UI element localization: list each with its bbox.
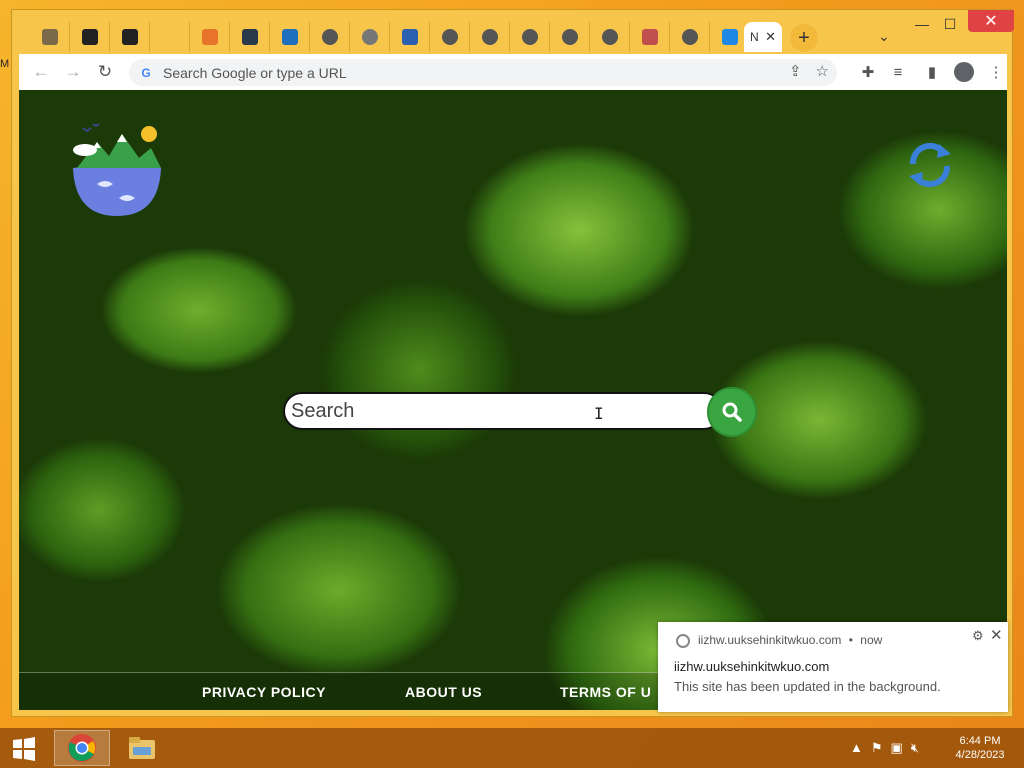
search-button[interactable] [707, 387, 757, 437]
system-clock[interactable]: 6:44 PM 4/28/2023 [950, 734, 1010, 762]
active-tab[interactable]: N ✕ [744, 22, 782, 52]
close-window-button[interactable]: ✕ [968, 10, 1014, 32]
browser-tab[interactable] [630, 22, 670, 52]
notification-source: iizhw.uuksehinkitwkuo.com • now [698, 633, 883, 647]
globe-icon [481, 29, 498, 45]
browser-tab[interactable] [150, 22, 190, 52]
terminal-icon [241, 29, 258, 45]
extensions-icon[interactable]: ✚ [857, 61, 879, 83]
site-logo-icon [73, 123, 161, 216]
maximize-button[interactable]: ☐ [940, 13, 960, 35]
browser-tab[interactable] [190, 22, 230, 52]
up-badge-icon [281, 29, 298, 45]
taskbar: ▲ ⚑ ▣ 🔇︎ 6:44 PM 4/28/2023 [0, 728, 1024, 768]
browser-tab[interactable] [110, 22, 150, 52]
browser-tab[interactable] [670, 22, 710, 52]
system-tray: ▲ ⚑ ▣ 🔇︎ [850, 740, 919, 756]
browser-window: N ✕ + ⌄ — ☐ ✕ ← → ↻ G Search Google or t… [11, 9, 1014, 717]
bird-icon [401, 29, 418, 45]
side-panel-icon[interactable]: ▮ [921, 61, 943, 83]
globe-icon [681, 29, 698, 45]
search-box [283, 387, 757, 437]
globe-icon [361, 29, 378, 45]
terms-link[interactable]: TERMS OF U [560, 684, 651, 700]
browser-tab[interactable] [470, 22, 510, 52]
browser-tab[interactable] [550, 22, 590, 52]
globe-icon [441, 29, 458, 45]
network-icon[interactable]: ▣ [891, 740, 903, 756]
globe-icon [321, 29, 338, 45]
active-tab-title: N [750, 30, 759, 44]
page-content: I PRIVACY POLICY ABOUT US TERMS OF U [19, 90, 1007, 710]
bookmark-star-icon[interactable]: ☆ [816, 62, 829, 80]
share-icon[interactable]: ⇪ [789, 62, 802, 80]
refresh-icon[interactable] [905, 140, 955, 190]
about-us-link[interactable]: ABOUT US [405, 684, 482, 700]
tab-close-icon[interactable]: ✕ [765, 29, 776, 45]
tab-strip [30, 22, 750, 52]
chrome-notification-icon [676, 634, 690, 648]
notification-close-icon[interactable]: ✕ [990, 626, 1003, 644]
clock-date: 4/28/2023 [955, 749, 1005, 761]
bird-icon [721, 29, 738, 45]
profile-avatar[interactable] [953, 61, 975, 83]
globe-icon [521, 29, 538, 45]
globe-icon [601, 29, 618, 45]
browser-toolbar: ← → ↻ G Search Google or type a URL ⇪ ☆ … [19, 54, 1007, 90]
address-bar[interactable]: G Search Google or type a URL ⇪ ☆ [129, 59, 837, 86]
clock-time: 6:44 PM [959, 735, 1001, 747]
browser-tab[interactable] [70, 22, 110, 52]
action-center-flag-icon[interactable]: ⚑ [871, 740, 883, 756]
taskbar-chrome[interactable] [54, 730, 110, 766]
google-icon: G [141, 65, 151, 80]
address-placeholder: Search Google or type a URL [163, 64, 347, 81]
globe-icon [561, 29, 578, 45]
tab-search-icon[interactable]: ⌄ [878, 28, 890, 45]
new-tab-button[interactable]: + [790, 24, 818, 52]
search-icon [722, 402, 742, 422]
back-button[interactable]: ← [29, 60, 53, 84]
notification-settings-icon[interactable]: ⚙ [972, 628, 984, 644]
start-button[interactable] [4, 734, 44, 764]
windows-logo-icon [13, 737, 35, 761]
browser-tab[interactable] [430, 22, 470, 52]
forward-button[interactable]: → [61, 60, 85, 84]
browser-tab[interactable] [270, 22, 310, 52]
menu-kebab-icon[interactable]: ⋮ [985, 61, 1007, 83]
browser-tab[interactable] [30, 22, 70, 52]
media-queue-icon[interactable]: ≡ [887, 61, 909, 83]
search-input[interactable] [283, 392, 723, 430]
browser-tab[interactable] [510, 22, 550, 52]
notification-title: iizhw.uuksehinkitwkuo.com [674, 659, 830, 674]
layers-icon [201, 29, 218, 45]
tray-overflow-icon[interactable]: ▲ [850, 740, 863, 756]
desktop-edge-text: M [0, 58, 10, 70]
browser-tab[interactable] [310, 22, 350, 52]
chrome-icon [68, 734, 96, 762]
taskbar-file-explorer[interactable] [114, 730, 170, 766]
notification-body: This site has been updated in the backgr… [674, 679, 941, 694]
browser-tab[interactable] [590, 22, 630, 52]
browser-tab[interactable] [230, 22, 270, 52]
title-bar: N ✕ + ⌄ — ☐ ✕ [12, 10, 1014, 54]
reload-button[interactable]: ↻ [93, 60, 117, 84]
text-cursor-icon: I [594, 404, 604, 423]
image-icon [641, 29, 658, 45]
media-icon [41, 29, 58, 45]
browser-tab[interactable] [350, 22, 390, 52]
skull-icon [121, 29, 138, 45]
folder-icon [129, 737, 155, 759]
notification-popup[interactable]: iizhw.uuksehinkitwkuo.com • now ⚙ ✕ iizh… [658, 622, 1008, 712]
blank-icon [161, 29, 178, 45]
privacy-policy-link[interactable]: PRIVACY POLICY [202, 684, 326, 700]
minimize-button[interactable]: — [912, 13, 932, 35]
browser-tab[interactable] [390, 22, 430, 52]
app-tile-icon [81, 29, 98, 45]
volume-muted-icon[interactable]: 🔇︎ [911, 740, 919, 756]
